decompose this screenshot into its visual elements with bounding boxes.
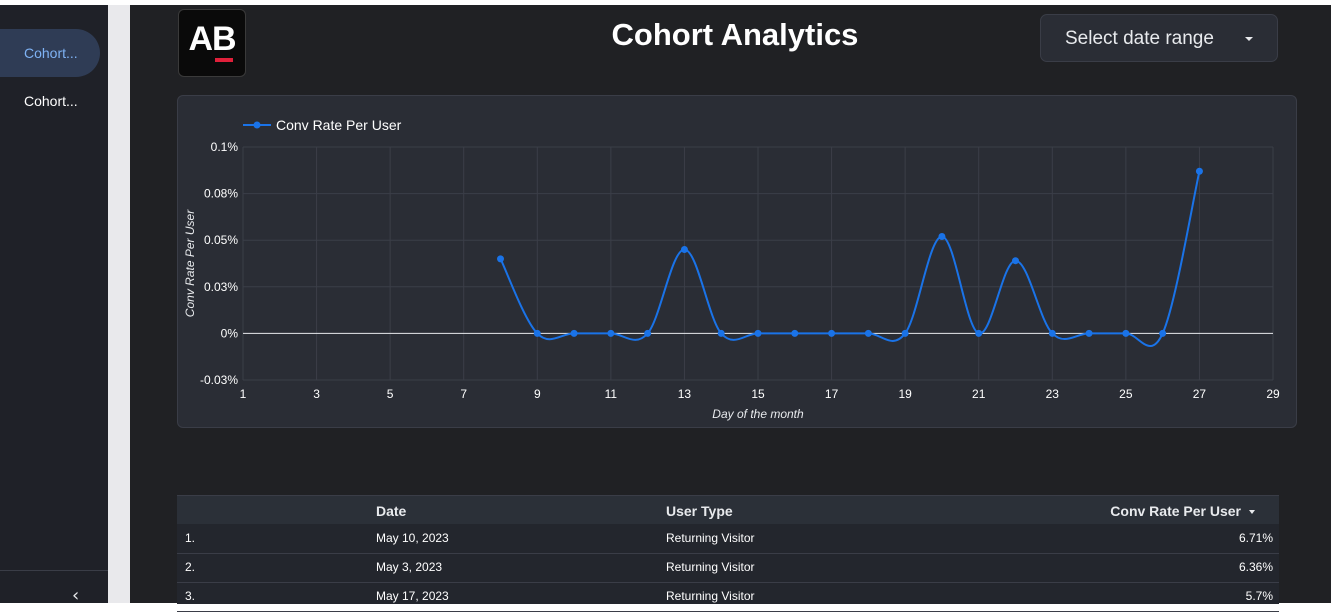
data-point [1085,329,1093,337]
data-point [717,329,725,337]
sidebar-item-cohort-1[interactable]: Cohort... [0,29,100,77]
x-tick-label: 11 [605,387,618,401]
sort-desc-icon [1249,510,1255,515]
sidebar: Cohort... Cohort... ‹ [0,5,108,606]
data-point [680,246,688,254]
data-point [607,329,615,337]
row-date: May 17, 2023 [376,589,449,603]
data-point [1122,329,1130,337]
chart-card: 1 3 5 7 9 11 13 15 17 19 21 23 25 27 29 0.1% 0.08% 0.05% 0… [177,95,1297,428]
scroll-gutter [108,5,130,603]
report-canvas: AB Cohort Analytics Select date range 13… [130,5,1331,612]
col-date-header[interactable]: Date [376,503,406,519]
data-point [497,255,504,263]
row-conv-rate: 6.71% [1238,531,1273,545]
x-tick-label: 9 [534,387,541,401]
row-conv-rate: 5.7% [1245,589,1273,603]
table-row[interactable]: 1. May 10, 2023 Returning Visitor 6.71% [177,524,1279,554]
logo-text: AB [188,20,236,58]
row-index: 3. [185,589,196,603]
y-tick-label: -0.03% [200,373,238,387]
sidebar-divider [0,570,108,571]
data-point [1195,167,1203,175]
data-point [1012,257,1019,265]
y-tick-label: 0.1% [211,140,239,154]
legend-marker [253,121,261,129]
data-point [828,329,836,337]
row-index: 2. [185,560,196,574]
row-index: 1. [185,531,196,545]
data-point [570,329,578,337]
y-tick-label: 0% [221,326,239,340]
row-user-type: Returning Visitor [666,560,755,574]
col-user-type-header[interactable]: User Type [666,503,733,519]
data-point [791,329,799,337]
table-row[interactable]: 3. May 17, 2023 Returning Visitor 5.7% [177,582,1279,612]
legend-label: Conv Rate Per User [276,117,402,133]
col-conv-rate-header[interactable]: Conv Rate Per User [1110,503,1255,519]
brand-logo: AB [178,9,246,77]
x-tick-label: 15 [751,387,765,401]
x-tick-label: 23 [1046,387,1060,401]
data-point [1048,329,1056,337]
y-tick-label: 0.08% [204,187,238,201]
x-tick-label: 3 [313,387,320,401]
row-date: May 10, 2023 [376,531,449,545]
logo-accent-bar [215,58,233,62]
data-point [644,329,652,337]
row-user-type: Returning Visitor [666,531,755,545]
data-point [975,329,983,337]
x-tick-label: 1 [240,387,247,401]
x-tick-label: 17 [825,387,839,401]
col-conv-rate-label: Conv Rate Per User [1110,503,1241,519]
data-table: Date User Type Conv Rate Per User 1. May… [177,495,1279,612]
y-axis-title: Conv Rate Per User [183,209,197,317]
row-user-type: Returning Visitor [666,589,755,603]
series-line [499,171,1201,347]
x-tick-label: 25 [1119,387,1133,401]
x-tick-label: 29 [1266,387,1280,401]
table-header: Date User Type Conv Rate Per User [177,496,1279,524]
data-point [864,329,872,337]
table-row[interactable]: 2. May 3, 2023 Returning Visitor 6.36% [177,553,1279,583]
data-point [754,329,762,337]
x-tick-label: 19 [898,387,912,401]
date-range-selector[interactable]: Select date range [1040,14,1278,62]
data-point [533,329,541,337]
caret-down-icon [1245,37,1253,41]
page-title: Cohort Analytics [611,17,859,52]
y-tick-label: 0.05% [204,233,238,247]
date-range-label: Select date range [1065,28,1214,49]
y-tick-label: 0.03% [204,280,238,294]
x-tick-label: 21 [972,387,986,401]
x-tick-label: 13 [678,387,692,401]
data-point [901,329,909,337]
sidebar-item-cohort-2[interactable]: Cohort... [0,77,100,125]
x-tick-label: 27 [1193,387,1207,401]
x-axis-title: Day of the month [712,407,804,421]
x-tick-label: 5 [387,387,394,401]
data-point [938,232,946,240]
line-chart[interactable]: 1 3 5 7 9 11 13 15 17 19 21 23 25 27 290.1%0.08%0.05%0… [178,96,1296,427]
row-conv-rate: 6.36% [1238,560,1273,574]
data-point [1159,329,1167,337]
row-date: May 3, 2023 [376,560,443,574]
x-tick-label: 7 [460,387,467,401]
